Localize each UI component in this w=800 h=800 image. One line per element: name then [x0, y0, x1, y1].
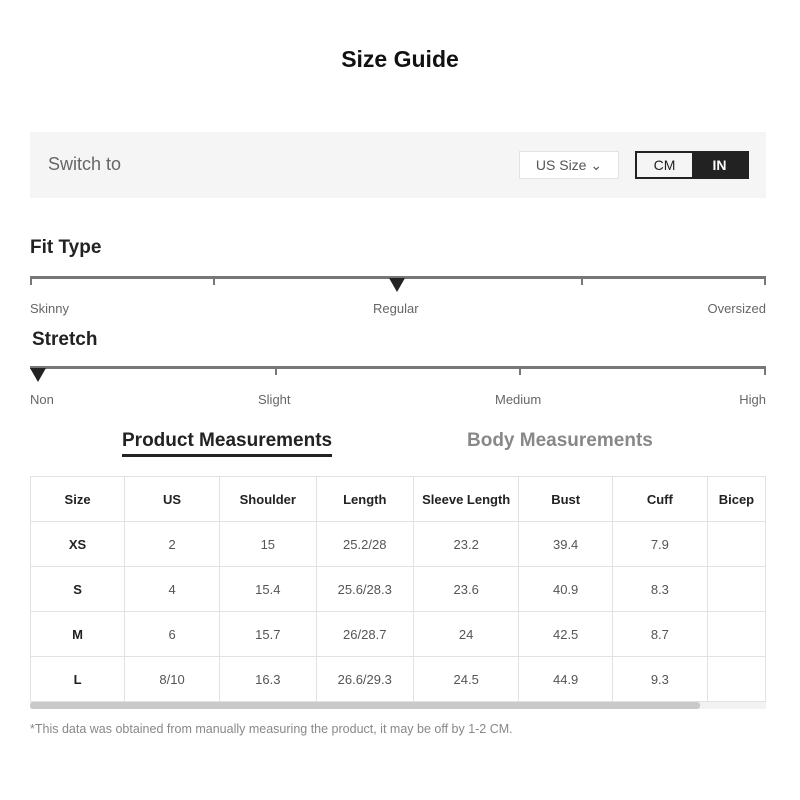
switch-bar: Switch to US Size ⌄ CM IN — [30, 132, 766, 198]
fit-tick — [213, 276, 215, 285]
column-header: Cuff — [611, 476, 708, 522]
table-cell: XS — [30, 521, 126, 567]
fit-label-regular: Regular — [373, 301, 419, 316]
tab-product-measurements[interactable]: Product Measurements — [122, 430, 333, 457]
table-cell: 8.7 — [611, 611, 708, 657]
measurement-note: *This data was obtained from manually me… — [30, 722, 513, 736]
table-cell: 2 — [124, 521, 221, 567]
table-cell: 8.3 — [611, 566, 708, 612]
fit-marker-icon — [389, 278, 405, 292]
switch-label: Switch to — [48, 154, 122, 174]
stretch-tick — [519, 366, 521, 375]
stretch-tick — [764, 366, 766, 375]
table-cell: 15.7 — [219, 611, 317, 657]
chevron-down-icon: ⌄ — [590, 157, 603, 173]
size-system-select[interactable]: US Size ⌄ — [519, 151, 619, 179]
table-cell: 8/10 — [124, 656, 221, 702]
table-cell: 7.9 — [611, 521, 708, 567]
column-header: Bust — [518, 476, 613, 522]
table-cell: 23.2 — [412, 521, 520, 567]
table-cell: 26.6/29.3 — [315, 656, 414, 702]
tab-body-measurements[interactable]: Body Measurements — [467, 430, 653, 452]
column-header: Shoulder — [219, 476, 317, 522]
stretch-tick — [275, 366, 277, 375]
unit-in-button[interactable]: IN — [692, 153, 747, 177]
stretch-label-slight: Slight — [258, 392, 291, 407]
table-cell: M — [30, 611, 126, 657]
table-cell: 40.9 — [518, 566, 613, 612]
table-cell: L — [30, 656, 126, 702]
unit-cm-button[interactable]: CM — [637, 153, 692, 177]
table-cell: S — [30, 566, 126, 612]
column-header: Sleeve Length — [412, 476, 520, 522]
fit-label-skinny: Skinny — [30, 301, 70, 316]
fit-tick — [30, 276, 32, 285]
stretch-label-medium: Medium — [495, 392, 542, 407]
table-row: L 8/10 16.3 26.6/29.3 24.5 44.9 9.3 — [30, 656, 766, 702]
table-row: XS 2 15 25.2/28 23.2 39.4 7.9 — [30, 521, 766, 567]
column-header: US — [124, 476, 221, 522]
column-header: Length — [315, 476, 414, 522]
stretch-heading: Stretch — [32, 329, 98, 350]
table-cell: 26/28.7 — [315, 611, 414, 657]
column-header: Bicep — [706, 476, 766, 522]
table-cell: 25.2/28 — [315, 521, 414, 567]
fit-tick — [764, 276, 766, 285]
table-cell: 16.3 — [219, 656, 317, 702]
table-cell: 4 — [124, 566, 221, 612]
measurements-table-container: Size US Shoulder Length Sleeve Length Bust Cuf… — [30, 476, 766, 702]
stretch-label-non: Non — [30, 392, 54, 407]
table-cell — [706, 656, 766, 702]
table-cell: 15.4 — [219, 566, 317, 612]
table-cell — [706, 566, 766, 612]
fit-tick — [581, 276, 583, 285]
table-horizontal-scrollbar[interactable] — [30, 702, 766, 709]
table-row: S 4 15.4 25.6/28.3 23.6 40.9 8.3 — [30, 566, 766, 612]
table-cell: 39.4 — [518, 521, 613, 567]
table-cell: 24 — [412, 611, 520, 657]
unit-toggle: CM IN — [635, 151, 749, 179]
table-cell: 44.9 — [518, 656, 613, 702]
stretch-label-high: High — [739, 392, 766, 407]
table-cell: 23.6 — [412, 566, 520, 612]
scrollbar-thumb[interactable] — [30, 702, 700, 709]
size-select-value: US Size — [535, 157, 587, 173]
table-cell: 15 — [219, 521, 317, 567]
measurements-table: Size US Shoulder Length Sleeve Length Bust Cuf… — [30, 476, 766, 702]
table-header-row: Size US Shoulder Length Sleeve Length Bust Cuf… — [30, 476, 766, 522]
table-cell — [706, 521, 766, 567]
table-cell: 42.5 — [518, 611, 613, 657]
stretch-track — [30, 366, 766, 369]
fit-label-oversized: Oversized — [707, 301, 766, 316]
stretch-marker-icon — [30, 368, 46, 382]
page-title: Size Guide — [341, 46, 459, 72]
table-cell: 6 — [124, 611, 221, 657]
table-row: M 6 15.7 26/28.7 24 42.5 8.7 — [30, 611, 766, 657]
table-cell: 9.3 — [611, 656, 708, 702]
table-cell — [706, 611, 766, 657]
table-cell: 24.5 — [412, 656, 520, 702]
table-cell: 25.6/28.3 — [315, 566, 414, 612]
column-header: Size — [30, 476, 126, 522]
fit-type-heading: Fit Type — [30, 237, 102, 258]
